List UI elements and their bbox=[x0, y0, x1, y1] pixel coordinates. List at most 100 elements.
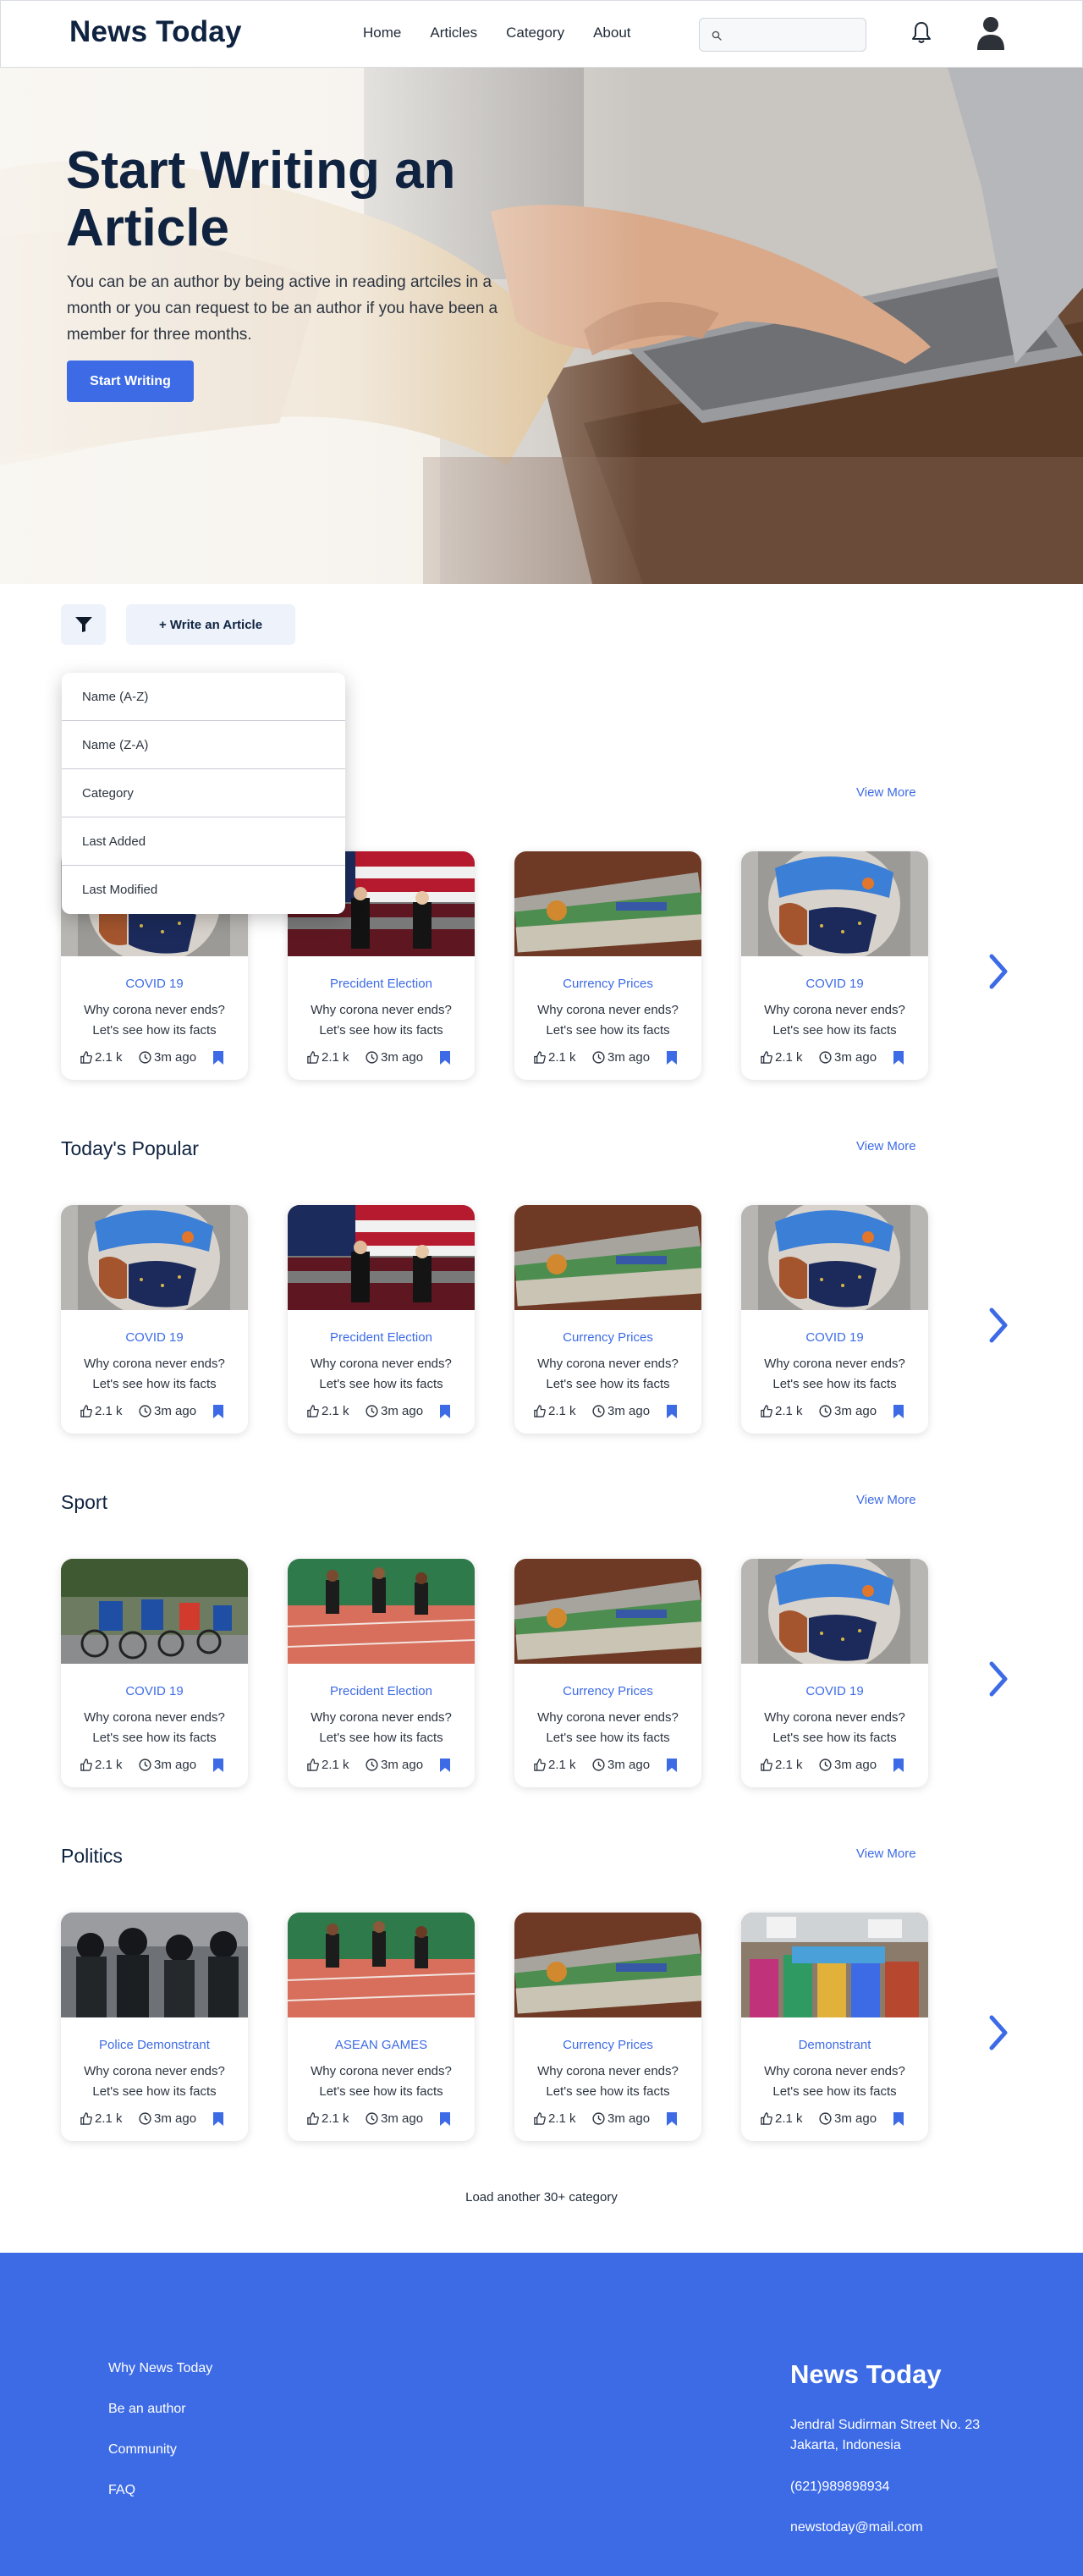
bookmark-icon[interactable] bbox=[213, 1051, 223, 1065]
article-title[interactable]: Why corona never ends? Let's see how its… bbox=[523, 2061, 693, 2102]
next-arrow-icon[interactable] bbox=[988, 1307, 1009, 1344]
footer-email[interactable]: newstoday@mail.com bbox=[790, 2520, 923, 2535]
article-title[interactable]: Why corona never ends? Let's see how its… bbox=[523, 1354, 693, 1395]
article-category[interactable]: Currency Prices bbox=[514, 2038, 701, 2052]
view-more-link[interactable]: View More bbox=[856, 785, 916, 800]
load-more-button[interactable]: Load another 30+ category bbox=[0, 2190, 1083, 2204]
next-arrow-icon[interactable] bbox=[988, 1660, 1009, 1698]
thumbs-up-icon[interactable] bbox=[533, 1051, 546, 1064]
article-title[interactable]: Why corona never ends? Let's see how its… bbox=[69, 1354, 239, 1395]
sort-option-last-added[interactable]: Last Added bbox=[62, 817, 345, 866]
article-title[interactable]: Why corona never ends? Let's see how its… bbox=[750, 2061, 920, 2102]
article-category[interactable]: COVID 19 bbox=[741, 1684, 928, 1698]
nav-link-home[interactable]: Home bbox=[363, 25, 401, 41]
article-card[interactable]: COVID 19 Why corona never ends? Let's see… bbox=[741, 851, 928, 1080]
article-card[interactable]: Currency Prices Why corona never ends? Le… bbox=[514, 1913, 701, 2141]
sort-option-category[interactable]: Category bbox=[62, 769, 345, 817]
article-card[interactable]: Currency Prices Why corona never ends? Le… bbox=[514, 1559, 701, 1787]
article-category[interactable]: Precident Election bbox=[288, 1684, 475, 1698]
bookmark-icon[interactable] bbox=[213, 1759, 223, 1772]
thumbs-up-icon[interactable] bbox=[306, 1405, 319, 1417]
bookmark-icon[interactable] bbox=[667, 1051, 677, 1065]
bookmark-icon[interactable] bbox=[440, 1759, 450, 1772]
sort-option-name-desc[interactable]: Name (Z-A) bbox=[62, 721, 345, 769]
article-category[interactable]: Police Demonstrant bbox=[61, 2038, 248, 2052]
article-title[interactable]: Why corona never ends? Let's see how its… bbox=[296, 1708, 466, 1748]
bookmark-icon[interactable] bbox=[667, 1759, 677, 1772]
article-title[interactable]: Why corona never ends? Let's see how its… bbox=[69, 1708, 239, 1748]
article-title[interactable]: Why corona never ends? Let's see how its… bbox=[296, 2061, 466, 2102]
thumbs-up-icon[interactable] bbox=[760, 1051, 772, 1064]
view-more-link[interactable]: View More bbox=[856, 1493, 916, 1507]
article-card[interactable]: COVID 19 Why corona never ends? Let's see… bbox=[741, 1559, 928, 1787]
brand-logo[interactable]: News Today bbox=[69, 15, 242, 49]
article-card[interactable]: Currency Prices Why corona never ends? Le… bbox=[514, 1205, 701, 1434]
article-card[interactable]: Precident Election Why corona never ends?… bbox=[288, 1205, 475, 1434]
article-card[interactable]: ASEAN GAMES Why corona never ends? Let's … bbox=[288, 1913, 475, 2141]
thumbs-up-icon[interactable] bbox=[533, 2112, 546, 2125]
sort-option-name-asc[interactable]: Name (A-Z) bbox=[62, 673, 345, 721]
article-card[interactable]: Precident Election Why corona never ends?… bbox=[288, 1559, 475, 1787]
article-title[interactable]: Why corona never ends? Let's see how its… bbox=[69, 2061, 239, 2102]
article-title[interactable]: Why corona never ends? Let's see how its… bbox=[296, 1000, 466, 1041]
thumbs-up-icon[interactable] bbox=[80, 1759, 92, 1771]
bookmark-icon[interactable] bbox=[893, 1051, 904, 1065]
footer-link-community[interactable]: Community bbox=[108, 2442, 212, 2483]
view-more-link[interactable]: View More bbox=[856, 1139, 916, 1153]
bookmark-icon[interactable] bbox=[440, 1051, 450, 1065]
article-category[interactable]: COVID 19 bbox=[61, 977, 248, 991]
bell-icon[interactable] bbox=[911, 21, 932, 45]
search-box[interactable] bbox=[699, 18, 866, 52]
article-category[interactable]: COVID 19 bbox=[741, 977, 928, 991]
bookmark-icon[interactable] bbox=[893, 1405, 904, 1418]
article-card[interactable]: Currency Prices Why corona never ends? Le… bbox=[514, 851, 701, 1080]
thumbs-up-icon[interactable] bbox=[533, 1759, 546, 1771]
nav-link-category[interactable]: Category bbox=[506, 25, 564, 41]
article-card[interactable]: Police Demonstrant Why corona never ends?… bbox=[61, 1913, 248, 2141]
bookmark-icon[interactable] bbox=[213, 2112, 223, 2126]
article-category[interactable]: Currency Prices bbox=[514, 1684, 701, 1698]
next-arrow-icon[interactable] bbox=[988, 2014, 1009, 2051]
nav-link-articles[interactable]: Articles bbox=[430, 25, 477, 41]
article-title[interactable]: Why corona never ends? Let's see how its… bbox=[750, 1708, 920, 1748]
thumbs-up-icon[interactable] bbox=[80, 1405, 92, 1417]
footer-link-author[interactable]: Be an author bbox=[108, 2402, 212, 2442]
avatar[interactable] bbox=[976, 14, 1006, 52]
article-title[interactable]: Why corona never ends? Let's see how its… bbox=[523, 1000, 693, 1041]
nav-link-about[interactable]: About bbox=[593, 25, 630, 41]
article-category[interactable]: ASEAN GAMES bbox=[288, 2038, 475, 2052]
thumbs-up-icon[interactable] bbox=[760, 2112, 772, 2125]
view-more-link[interactable]: View More bbox=[856, 1847, 916, 1861]
article-category[interactable]: Demonstrant bbox=[741, 2038, 928, 2052]
thumbs-up-icon[interactable] bbox=[306, 2112, 319, 2125]
article-title[interactable]: Why corona never ends? Let's see how its… bbox=[523, 1708, 693, 1748]
article-category[interactable]: Currency Prices bbox=[514, 977, 701, 991]
article-category[interactable]: COVID 19 bbox=[61, 1684, 248, 1698]
bookmark-icon[interactable] bbox=[440, 1405, 450, 1418]
article-card[interactable]: COVID 19 Why corona never ends? Let's see… bbox=[61, 1559, 248, 1787]
bookmark-icon[interactable] bbox=[213, 1405, 223, 1418]
thumbs-up-icon[interactable] bbox=[760, 1759, 772, 1771]
next-arrow-icon[interactable] bbox=[988, 953, 1009, 990]
bookmark-icon[interactable] bbox=[440, 2112, 450, 2126]
bookmark-icon[interactable] bbox=[893, 2112, 904, 2126]
footer-link-faq[interactable]: FAQ bbox=[108, 2483, 212, 2524]
article-card[interactable]: COVID 19 Why corona never ends? Let's see… bbox=[741, 1205, 928, 1434]
article-category[interactable]: COVID 19 bbox=[741, 1330, 928, 1345]
thumbs-up-icon[interactable] bbox=[80, 2112, 92, 2125]
thumbs-up-icon[interactable] bbox=[306, 1051, 319, 1064]
article-category[interactable]: COVID 19 bbox=[61, 1330, 248, 1345]
search-input[interactable] bbox=[725, 25, 860, 44]
thumbs-up-icon[interactable] bbox=[80, 1051, 92, 1064]
thumbs-up-icon[interactable] bbox=[533, 1405, 546, 1417]
footer-link-why[interactable]: Why News Today bbox=[108, 2361, 212, 2402]
article-title[interactable]: Why corona never ends? Let's see how its… bbox=[296, 1354, 466, 1395]
article-title[interactable]: Why corona never ends? Let's see how its… bbox=[69, 1000, 239, 1041]
thumbs-up-icon[interactable] bbox=[306, 1759, 319, 1771]
article-card[interactable]: Demonstrant Why corona never ends? Let's … bbox=[741, 1913, 928, 2141]
bookmark-icon[interactable] bbox=[667, 2112, 677, 2126]
article-category[interactable]: Currency Prices bbox=[514, 1330, 701, 1345]
article-card[interactable]: COVID 19 Why corona never ends? Let's see… bbox=[61, 1205, 248, 1434]
article-category[interactable]: Precident Election bbox=[288, 1330, 475, 1345]
article-title[interactable]: Why corona never ends? Let's see how its… bbox=[750, 1354, 920, 1395]
